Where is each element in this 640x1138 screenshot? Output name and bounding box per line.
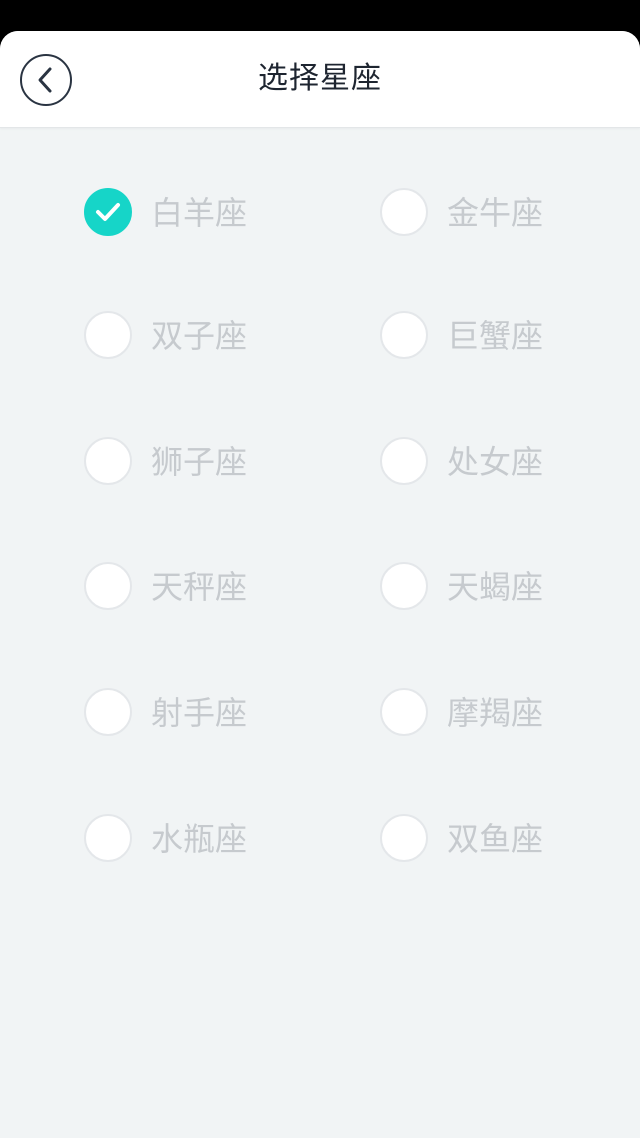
option-label: 双鱼座 — [447, 820, 544, 858]
radio-button[interactable] — [380, 437, 428, 485]
option-label: 摩羯座 — [447, 694, 544, 732]
radio-button[interactable] — [380, 311, 428, 359]
option-label: 白羊座 — [151, 194, 248, 232]
zodiac-option-pisces[interactable]: 双鱼座 — [380, 811, 620, 867]
zodiac-option-virgo[interactable]: 处女座 — [380, 434, 620, 490]
radio-button[interactable] — [84, 562, 132, 610]
radio-button[interactable] — [84, 688, 132, 736]
radio-button[interactable] — [380, 814, 428, 862]
radio-button[interactable] — [380, 562, 428, 610]
zodiac-option-aquarius[interactable]: 水瓶座 — [84, 811, 324, 867]
radio-button[interactable] — [84, 814, 132, 862]
zodiac-option-capricorn[interactable]: 摩羯座 — [380, 685, 620, 741]
radio-button[interactable] — [84, 188, 132, 236]
zodiac-option-leo[interactable]: 狮子座 — [84, 434, 324, 490]
checkmark-icon — [96, 203, 120, 221]
option-label: 射手座 — [151, 694, 248, 732]
zodiac-option-scorpio[interactable]: 天蝎座 — [380, 559, 620, 615]
nav-header: 选择星座 — [0, 31, 640, 128]
zodiac-option-sagittarius[interactable]: 射手座 — [84, 685, 324, 741]
option-label: 金牛座 — [447, 194, 544, 232]
radio-button[interactable] — [84, 311, 132, 359]
app-screen: 选择星座 白羊座 金牛座 双子座 巨蟹座 狮子座 处女座 天秤座 天蝎座 射手座… — [0, 31, 640, 1138]
page-title: 选择星座 — [258, 61, 382, 96]
radio-button[interactable] — [380, 188, 428, 236]
option-label: 天蝎座 — [447, 568, 544, 606]
option-label: 狮子座 — [151, 443, 248, 481]
radio-button[interactable] — [380, 688, 428, 736]
zodiac-option-cancer[interactable]: 巨蟹座 — [380, 308, 620, 364]
radio-button[interactable] — [84, 437, 132, 485]
zodiac-option-taurus[interactable]: 金牛座 — [380, 185, 620, 241]
option-label: 巨蟹座 — [447, 317, 544, 355]
option-label: 双子座 — [151, 317, 248, 355]
option-label: 水瓶座 — [151, 820, 248, 858]
zodiac-option-gemini[interactable]: 双子座 — [84, 308, 324, 364]
option-label: 天秤座 — [151, 568, 248, 606]
option-label: 处女座 — [447, 443, 544, 481]
zodiac-option-aries[interactable]: 白羊座 — [84, 185, 324, 241]
zodiac-option-libra[interactable]: 天秤座 — [84, 559, 324, 615]
